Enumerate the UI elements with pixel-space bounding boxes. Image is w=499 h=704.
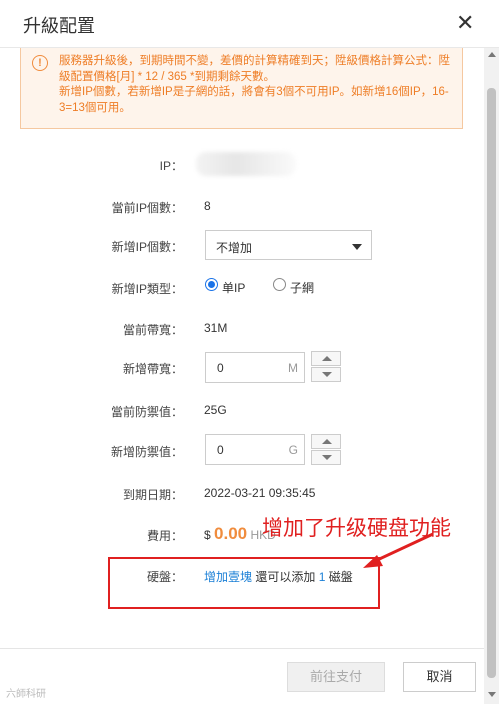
current-bandwidth: 31M — [204, 321, 228, 335]
alert-text: 服務器升級後，到期時間不變，差價的計算精確到天；陞級價格計算公式：陞級配置價格[… — [59, 54, 459, 116]
scrollbar[interactable] — [484, 48, 499, 704]
watermark: 六師科研 — [6, 689, 46, 700]
add-ip-count-selected: 不增加 — [216, 241, 253, 255]
ip-type-label: 新增IP類型： — [111, 282, 183, 296]
add-bandwidth-value: 0 — [217, 361, 224, 375]
scroll-down-icon[interactable] — [488, 692, 496, 697]
radio-subnet[interactable] — [273, 278, 286, 291]
scrollbar-thumb[interactable] — [487, 88, 496, 678]
radio-single-ip[interactable] — [205, 278, 218, 291]
annotation-highlight-box — [108, 557, 380, 609]
add-bandwidth-label: 新增帶寬： — [122, 362, 183, 376]
expiry-label: 到期日期： — [122, 488, 183, 502]
dialog-title: 升級配置 — [23, 16, 95, 36]
caret-down-icon — [352, 244, 362, 250]
add-defense-input[interactable]: 0 G — [205, 434, 305, 465]
expiry-date: 2022-03-21 09:35:45 — [204, 486, 316, 500]
dialog-header: 升級配置 ✕ — [0, 0, 499, 48]
radio-subnet-label[interactable]: 子網 — [290, 279, 314, 296]
alert-line-2: 新增IP個數，若新增IP是子網的話，將會有3個不可用IP。如新增16個IP，16… — [59, 86, 449, 114]
bandwidth-decrement-button[interactable] — [311, 367, 341, 382]
fee-amount: 0.00 — [214, 524, 248, 543]
fee-label: 費用： — [146, 529, 183, 543]
current-defense-label: 當前防禦值： — [110, 405, 183, 419]
bandwidth-increment-button[interactable] — [311, 351, 341, 366]
current-bandwidth-label: 當前帶寬： — [122, 323, 183, 337]
defense-increment-button[interactable] — [311, 434, 341, 449]
add-defense-unit: G — [288, 443, 298, 457]
current-ip-count: 8 — [204, 199, 211, 213]
warning-alert: ! 服務器升級後，到期時間不變，差價的計算精確到天；陞級價格計算公式：陞級配置價… — [20, 48, 463, 129]
close-icon[interactable]: ✕ — [456, 12, 474, 34]
cancel-button[interactable]: 取消 — [403, 662, 476, 692]
add-bandwidth-unit: M — [288, 361, 298, 375]
defense-decrement-button[interactable] — [311, 450, 341, 465]
add-ip-count-select[interactable]: 不增加 — [205, 230, 372, 260]
add-ip-count-label: 新增IP個數： — [111, 240, 183, 254]
radio-single-ip-label[interactable]: 单IP — [222, 279, 245, 296]
add-bandwidth-input[interactable]: 0 M — [205, 352, 305, 383]
alert-line-1: 服務器升級後，到期時間不變，差價的計算精確到天；陞級價格計算公式：陞級配置價格[… — [59, 55, 450, 83]
current-ip-count-label: 當前IP個數： — [111, 201, 183, 215]
ip-label: IP： — [159, 159, 183, 173]
add-defense-label: 新增防禦值： — [110, 445, 183, 459]
scroll-up-icon[interactable] — [488, 52, 496, 57]
pay-button[interactable]: 前往支付 — [287, 662, 385, 692]
add-defense-value: 0 — [217, 443, 224, 457]
current-defense: 25G — [204, 403, 227, 417]
fee-symbol: $ — [204, 528, 211, 542]
warning-icon: ! — [32, 55, 48, 71]
ip-value-redacted — [196, 152, 296, 176]
